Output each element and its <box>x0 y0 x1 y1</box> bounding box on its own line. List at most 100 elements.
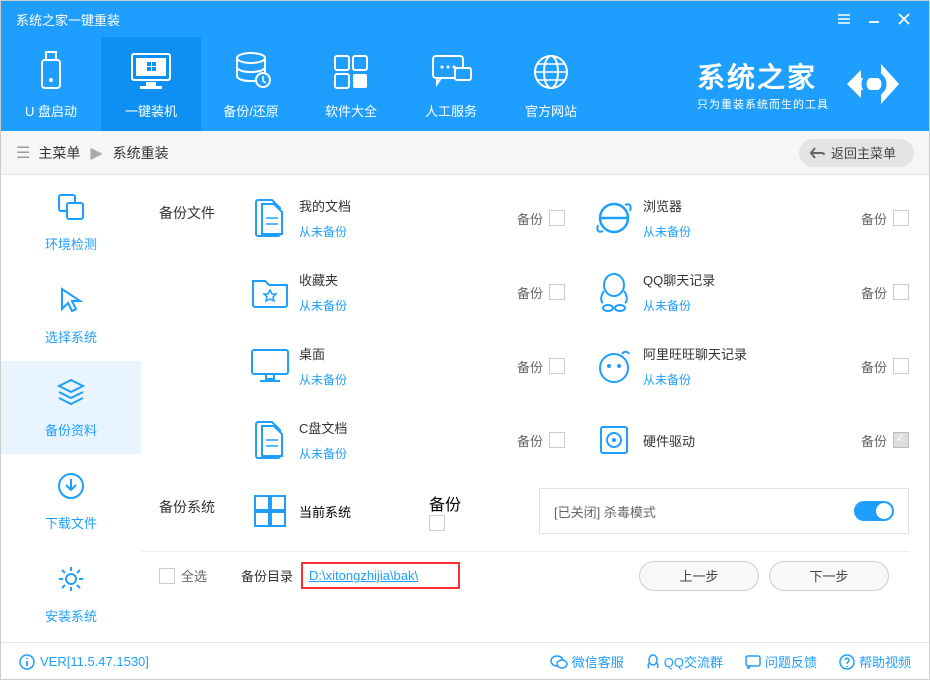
gear-icon <box>56 562 86 596</box>
item-documents: 我的文档从未备份 备份 <box>241 187 565 249</box>
back-button[interactable]: 返回主菜单 <box>799 139 914 167</box>
tab-label: 官方网站 <box>525 101 577 120</box>
tab-reinstall[interactable]: 一键装机 <box>101 37 201 131</box>
tab-backup[interactable]: 备份/还原 <box>201 37 301 131</box>
checkbox[interactable] <box>893 358 909 374</box>
step-label: 安装系统 <box>45 606 97 625</box>
cursor-icon <box>56 283 86 317</box>
brand-area: 系统之家 只为重装系统而生的工具 <box>601 37 929 131</box>
wangwang-icon <box>585 346 643 386</box>
item-desktop: 桌面从未备份 备份 <box>241 335 565 397</box>
feedback-icon <box>745 655 761 669</box>
section-label: 备份文件 <box>141 187 241 471</box>
prev-button[interactable]: 上一步 <box>639 561 759 591</box>
footer: VER[11.5.47.1530] 微信客服 QQ交流群 问题反馈 帮助视频 <box>1 642 929 680</box>
folder-star-icon <box>241 273 299 311</box>
qq-group-link[interactable]: QQ交流群 <box>646 652 723 671</box>
hardware-icon <box>585 421 643 459</box>
qq-icon <box>585 271 643 313</box>
step-label: 环境检测 <box>45 234 97 253</box>
help-video-link[interactable]: 帮助视频 <box>839 652 911 671</box>
brand-title: 系统之家 <box>697 56 829 96</box>
chat-icon <box>429 49 473 95</box>
section-label: 备份系统 <box>141 481 241 541</box>
item-cdrive: C盘文档从未备份 备份 <box>241 409 565 471</box>
step-label: 选择系统 <box>45 327 97 346</box>
checkbox[interactable] <box>893 284 909 300</box>
menu-button[interactable] <box>829 1 859 37</box>
copy-icon <box>55 190 87 224</box>
tab-label: 人工服务 <box>425 101 477 120</box>
apps-icon <box>331 49 371 95</box>
step-install[interactable]: 安装系统 <box>1 547 141 640</box>
main-area: 环境检测 选择系统 备份资料 下载文件 安装系统 备份文件 我的文档从未备份 <box>1 175 929 642</box>
backup-dir-label: 备份目录 <box>241 566 293 585</box>
back-arrow-icon <box>809 145 825 161</box>
download-icon <box>56 469 86 503</box>
tab-website[interactable]: 官方网站 <box>501 37 601 131</box>
minimize-button[interactable] <box>859 1 889 37</box>
breadcrumb-main[interactable]: 主菜单 <box>38 143 80 163</box>
document-icon <box>241 196 299 240</box>
tab-service[interactable]: 人工服务 <box>401 37 501 131</box>
step-select-system[interactable]: 选择系统 <box>1 268 141 361</box>
checkbox[interactable] <box>429 515 445 531</box>
checkbox[interactable] <box>549 284 565 300</box>
item-browser: 浏览器从未备份 备份 <box>585 187 909 249</box>
backup-items-grid: 我的文档从未备份 备份 浏览器从未备份 备份 收藏夹从未备份 备份 QQ聊天记录… <box>241 187 909 471</box>
step-download[interactable]: 下载文件 <box>1 454 141 547</box>
checkbox[interactable] <box>893 210 909 226</box>
usb-icon <box>36 49 66 95</box>
layers-icon <box>55 376 87 410</box>
checkbox[interactable] <box>159 568 175 584</box>
select-all[interactable]: 全选 <box>159 566 241 585</box>
windows-icon <box>241 492 299 530</box>
antivirus-mode-box: [已关闭] 杀毒模式 <box>539 488 909 534</box>
tab-software[interactable]: 软件大全 <box>301 37 401 131</box>
next-button[interactable]: 下一步 <box>769 561 889 591</box>
item-drivers: 硬件驱动 备份 <box>585 409 909 471</box>
step-label: 下载文件 <box>45 513 97 532</box>
content-panel: 备份文件 我的文档从未备份 备份 浏览器从未备份 备份 收藏夹从未备份 备份 <box>141 175 929 642</box>
version-info[interactable]: VER[11.5.47.1530] <box>19 654 149 670</box>
item-qq: QQ聊天记录从未备份 备份 <box>585 261 909 323</box>
antivirus-label: [已关闭] 杀毒模式 <box>554 502 656 521</box>
ie-icon <box>585 197 643 239</box>
antivirus-toggle[interactable] <box>854 501 894 521</box>
globe-icon <box>531 49 571 95</box>
tab-label: 备份/还原 <box>223 101 279 120</box>
checkbox-locked <box>893 432 909 448</box>
chevron-right-icon: ▶ <box>90 143 102 163</box>
desktop-icon <box>241 346 299 386</box>
tab-usb[interactable]: U 盘启动 <box>1 37 101 131</box>
header: U 盘启动 一键装机 备份/还原 软件大全 人工服务 官方网站 系统之家 只为重… <box>1 37 929 131</box>
wechat-link[interactable]: 微信客服 <box>550 652 624 671</box>
tab-label: 软件大全 <box>325 101 377 120</box>
item-wangwang: 阿里旺旺聊天记录从未备份 备份 <box>585 335 909 397</box>
monitor-icon <box>126 49 176 95</box>
window-title: 系统之家一键重装 <box>16 10 829 29</box>
help-icon <box>839 654 855 670</box>
feedback-link[interactable]: 问题反馈 <box>745 652 817 671</box>
wechat-icon <box>550 654 568 670</box>
backup-files-section: 备份文件 我的文档从未备份 备份 浏览器从未备份 备份 收藏夹从未备份 备份 <box>141 187 909 471</box>
checkbox[interactable] <box>549 432 565 448</box>
step-backup-data[interactable]: 备份资料 <box>1 361 141 454</box>
step-sidebar: 环境检测 选择系统 备份资料 下载文件 安装系统 <box>1 175 141 642</box>
info-icon <box>19 654 35 670</box>
close-button[interactable] <box>889 1 919 37</box>
checkbox[interactable] <box>549 358 565 374</box>
list-icon: ☰ <box>16 143 30 163</box>
step-env-check[interactable]: 环境检测 <box>1 175 141 268</box>
titlebar: 系统之家一键重装 <box>1 1 929 37</box>
breadcrumb-current: 系统重装 <box>113 143 169 163</box>
backup-system-section: 备份系统 当前系统 备份 [已关闭] 杀毒模式 <box>141 481 909 541</box>
backup-dir-path[interactable]: D:\xitongzhijia\bak\ <box>301 562 460 589</box>
tab-label: U 盘启动 <box>25 101 77 120</box>
top-tabs: U 盘启动 一键装机 备份/还原 软件大全 人工服务 官方网站 <box>1 37 601 131</box>
brand-logo-icon <box>839 56 909 112</box>
breadcrumb-bar: ☰ 主菜单 ▶ 系统重装 返回主菜单 <box>1 131 929 175</box>
current-system-label: 当前系统 <box>299 502 429 521</box>
checkbox[interactable] <box>549 210 565 226</box>
step-label: 备份资料 <box>45 420 97 439</box>
